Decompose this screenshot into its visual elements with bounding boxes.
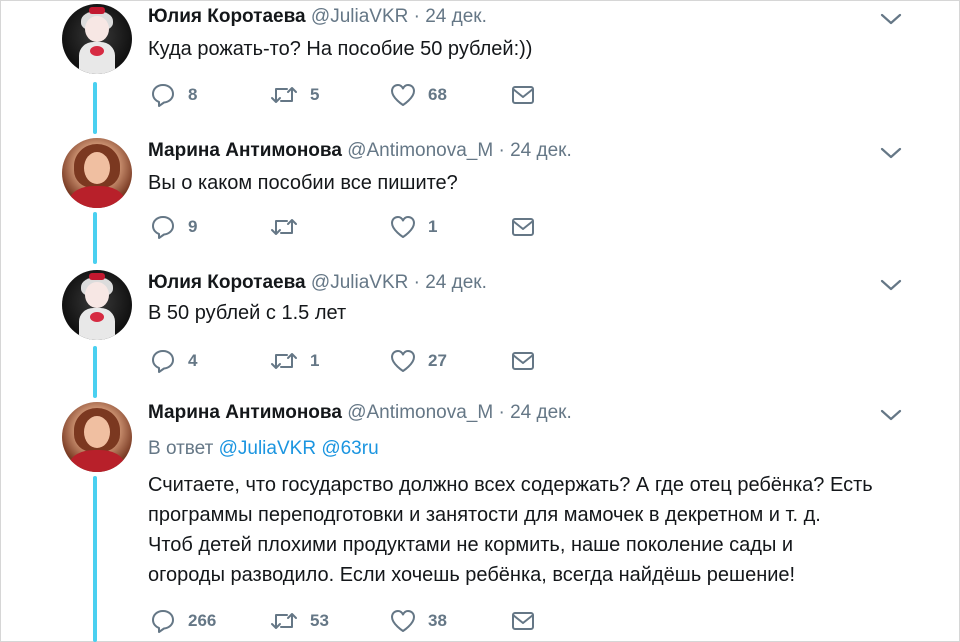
retweet-icon: [271, 87, 297, 103]
separator: ·: [413, 6, 420, 27]
reply-count: 4: [188, 351, 198, 370]
separator: ·: [413, 272, 420, 293]
reply-count: 9: [188, 217, 198, 236]
avatar[interactable]: [62, 402, 132, 472]
retweet-count: 5: [310, 85, 320, 104]
like-count: 68: [428, 85, 447, 104]
tweet-date[interactable]: 24 дек.: [510, 140, 572, 161]
retweet-button[interactable]: [270, 214, 310, 240]
tweet[interactable]: Юлия Коротаева @JuliaVKR · 24 дек. Куда …: [0, 0, 960, 130]
tweet-date[interactable]: 24 дек.: [425, 6, 487, 27]
tweet-header: Марина Антимонова @Antimonova_M · 24 дек…: [148, 402, 572, 424]
reply-button[interactable]: 8: [150, 82, 197, 108]
tweet-text-line: Чтоб детей плохими продуктами не кормить…: [148, 534, 794, 556]
tweet-header: Юлия Коротаева @JuliaVKR · 24 дек.: [148, 6, 487, 28]
author-name[interactable]: Юлия Коротаева: [148, 272, 306, 293]
avatar[interactable]: [62, 138, 132, 208]
direct-message-button[interactable]: [510, 608, 536, 634]
chevron-down-icon[interactable]: [880, 278, 902, 292]
envelope-icon: [512, 352, 534, 370]
like-button[interactable]: 68: [390, 82, 447, 108]
direct-message-button[interactable]: [510, 348, 536, 374]
reply-button[interactable]: 9: [150, 214, 197, 240]
like-button[interactable]: 1: [390, 214, 437, 240]
retweet-button[interactable]: 5: [270, 82, 319, 108]
author-name[interactable]: Марина Антимонова: [148, 402, 342, 423]
avatar[interactable]: [62, 4, 132, 74]
separator: ·: [498, 402, 505, 423]
envelope-icon: [512, 612, 534, 630]
author-name[interactable]: Марина Антимонова: [148, 140, 342, 161]
author-handle[interactable]: @Antimonova_M: [347, 402, 493, 423]
reply-icon: [152, 610, 174, 633]
retweet-icon: [271, 353, 297, 369]
heart-icon: [391, 216, 415, 238]
direct-message-button[interactable]: [510, 82, 536, 108]
tweet[interactable]: Марина Антимонова @Antimonova_M · 24 дек…: [0, 130, 960, 262]
author-handle[interactable]: @JuliaVKR: [311, 6, 408, 27]
like-count: 27: [428, 351, 447, 370]
tweet-header: Марина Антимонова @Antimonova_M · 24 дек…: [148, 140, 572, 162]
heart-icon: [391, 350, 415, 372]
reply-button[interactable]: 266: [150, 608, 216, 634]
separator: ·: [498, 140, 505, 161]
reply-count: 266: [188, 611, 217, 630]
heart-icon: [391, 610, 415, 632]
tweet[interactable]: Юлия Коротаева @JuliaVKR · 24 дек. В 50 …: [0, 262, 960, 394]
tweet-date[interactable]: 24 дек.: [510, 402, 572, 423]
reply-context: В ответ @JuliaVKR @63ru: [148, 438, 379, 460]
reply-icon: [152, 84, 174, 107]
tweet-text-line: программы переподготовки и занятости для…: [148, 504, 821, 526]
reply-icon: [152, 216, 174, 239]
reply-to-prefix: В ответ: [148, 438, 214, 459]
retweet-button[interactable]: 1: [270, 348, 319, 374]
tweet-text: В 50 рублей с 1.5 лет: [148, 302, 347, 324]
reply-to-mentions[interactable]: @JuliaVKR @63ru: [219, 438, 379, 459]
tweet-text-line: Считаете, что государство должно всех со…: [148, 474, 873, 496]
like-button[interactable]: 38: [390, 608, 447, 634]
tweet-header: Юлия Коротаева @JuliaVKR · 24 дек.: [148, 272, 487, 294]
tweet-text: Вы о каком пособии все пишите?: [148, 172, 458, 194]
author-handle[interactable]: @JuliaVKR: [311, 272, 408, 293]
like-count: 1: [428, 217, 438, 236]
chevron-down-icon[interactable]: [880, 146, 902, 160]
retweet-count: 53: [310, 611, 329, 630]
direct-message-button[interactable]: [510, 214, 536, 240]
reply-icon: [152, 350, 174, 373]
heart-icon: [391, 84, 415, 106]
tweet[interactable]: Марина Антимонова @Antimonova_M · 24 дек…: [0, 394, 960, 642]
author-handle[interactable]: @Antimonova_M: [347, 140, 493, 161]
avatar[interactable]: [62, 270, 132, 340]
like-count: 38: [428, 611, 447, 630]
like-button[interactable]: 27: [390, 348, 447, 374]
envelope-icon: [512, 218, 534, 236]
tweet-date[interactable]: 24 дек.: [425, 272, 487, 293]
retweet-count: 1: [310, 351, 320, 370]
retweet-button[interactable]: 53: [270, 608, 329, 634]
chevron-down-icon[interactable]: [880, 408, 902, 422]
chevron-down-icon[interactable]: [880, 12, 902, 26]
author-name[interactable]: Юлия Коротаева: [148, 6, 306, 27]
envelope-icon: [512, 86, 534, 104]
reply-count: 8: [188, 85, 198, 104]
tweet-text: Куда рожать-то? На пособие 50 рублей:)): [148, 38, 533, 60]
reply-button[interactable]: 4: [150, 348, 197, 374]
tweet-text-line: огороды разводило. Если хочешь ребёнка, …: [148, 564, 796, 586]
retweet-icon: [271, 613, 297, 629]
retweet-icon: [271, 219, 297, 235]
